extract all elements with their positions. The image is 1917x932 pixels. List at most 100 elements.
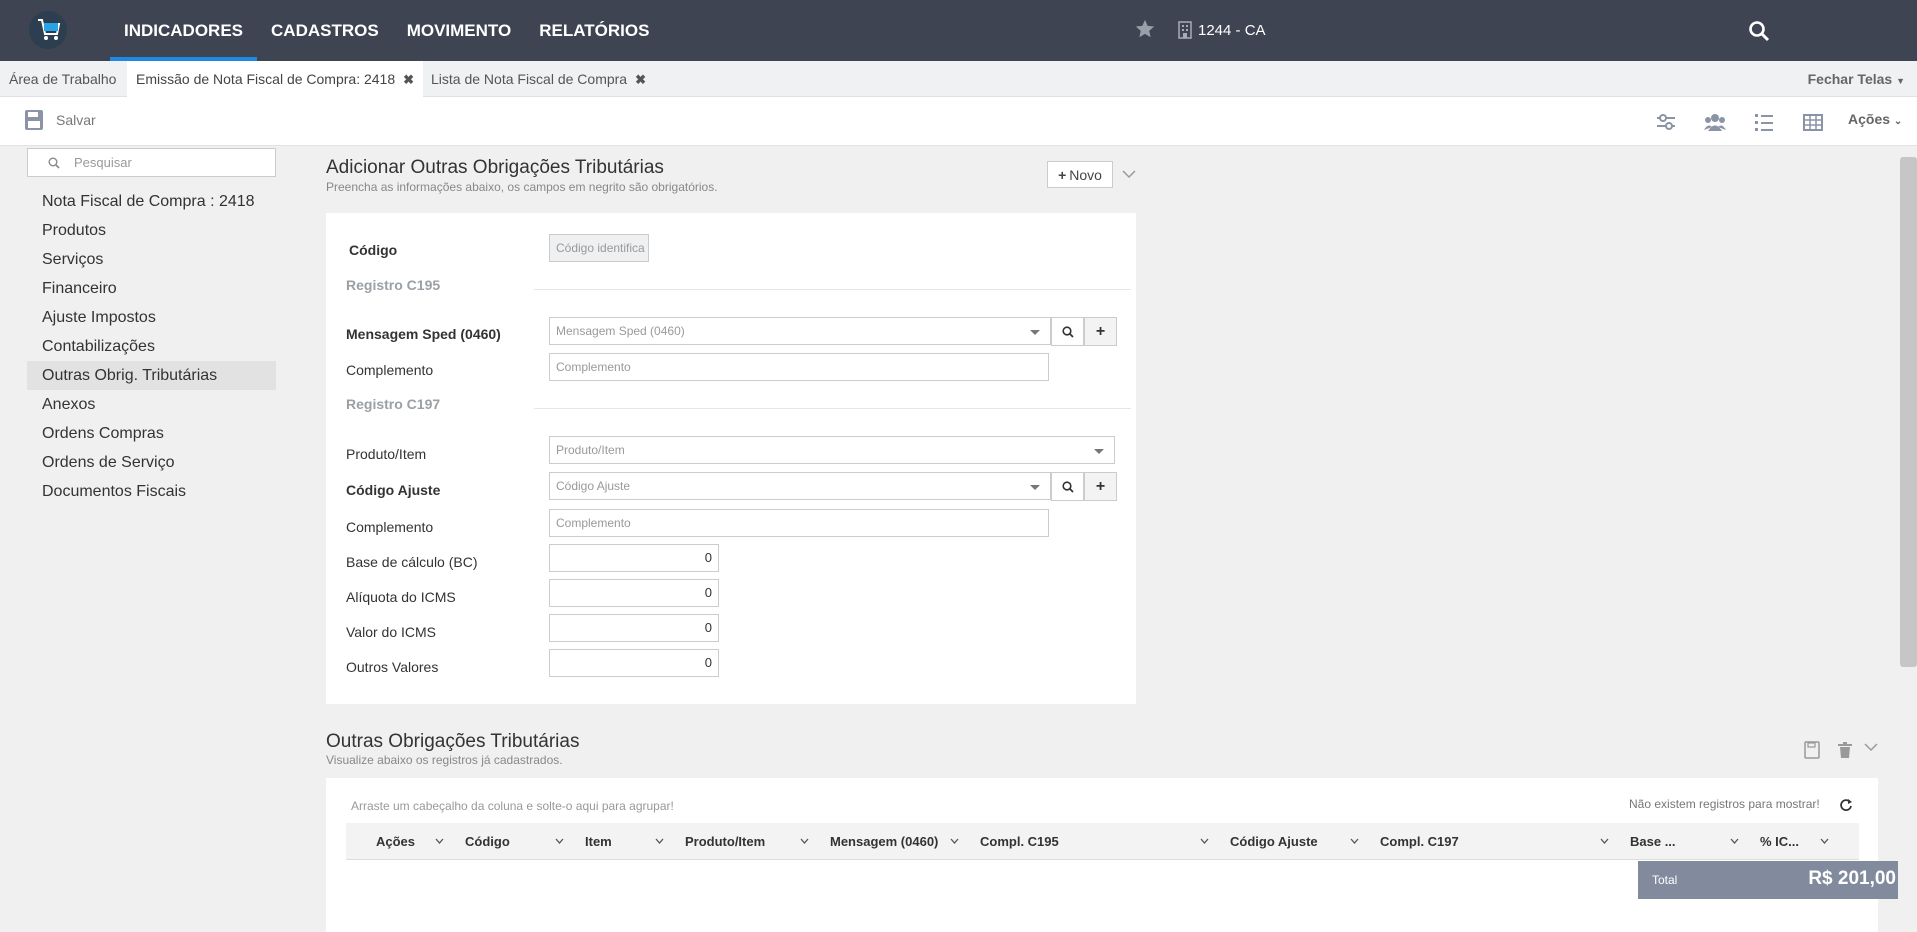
produto-item-select[interactable]: Produto/Item (549, 436, 1115, 464)
chevron-down-icon[interactable] (1600, 838, 1609, 844)
sidebar-item-produtos[interactable]: Produtos (27, 216, 276, 245)
top-navbar: INDICADORES CADASTROS MOVIMENTO RELATÓRI… (0, 0, 1917, 61)
sidebar-item-ajuste-impostos[interactable]: Ajuste Impostos (27, 303, 276, 332)
sidebar-item-contabilizacoes[interactable]: Contabilizações (27, 332, 276, 361)
outros-valores-input[interactable]: 0 (549, 649, 719, 677)
sidebar-item-ordens-servico[interactable]: Ordens de Serviço (27, 448, 276, 477)
aliquota-icms-input[interactable]: 0 (549, 579, 719, 607)
tab-area-de-trabalho[interactable]: Área de Trabalho (0, 61, 125, 97)
registro-c197-heading: Registro C197 (346, 396, 441, 412)
column-base[interactable]: Base ... (1630, 823, 1676, 860)
nav-indicadores[interactable]: INDICADORES (110, 0, 258, 61)
chevron-down-icon[interactable] (1350, 838, 1359, 844)
save-label: Salvar (56, 112, 96, 128)
chevron-down-icon[interactable] (1730, 838, 1739, 844)
codigo-placeholder: Código identifica (556, 241, 645, 255)
sliders-icon[interactable] (1655, 111, 1677, 133)
floppy-icon[interactable] (1804, 741, 1820, 759)
users-icon[interactable] (1704, 111, 1726, 133)
actions-dropdown[interactable]: Ações ⌄ (1848, 111, 1902, 127)
add-button[interactable]: + (1084, 472, 1117, 501)
search-button[interactable] (1051, 317, 1084, 346)
codigo-field[interactable]: Código identifica (549, 234, 649, 262)
tab-emissao-nota[interactable]: Emissão de Nota Fiscal de Compra: 2418 ✖ (127, 61, 424, 97)
sidebar-item-anexos[interactable]: Anexos (27, 390, 276, 419)
add-button[interactable]: + (1084, 317, 1117, 346)
codigo-ajuste-placeholder: Código Ajuste (556, 479, 631, 493)
actions-label: Ações (1848, 111, 1891, 127)
complemento-c197-input[interactable]: Complemento (549, 509, 1049, 537)
outros-valores-label: Outros Valores (346, 659, 439, 675)
close-icon[interactable]: ✖ (635, 72, 646, 87)
sidebar-item-financeiro[interactable]: Financeiro (27, 274, 276, 303)
main-nav: INDICADORES CADASTROS MOVIMENTO RELATÓRI… (110, 0, 663, 61)
close-screens-label: Fechar Telas (1807, 71, 1893, 87)
nav-relatorios[interactable]: RELATÓRIOS (525, 0, 663, 61)
sidebar-search-input[interactable]: Pesquisar (27, 148, 276, 177)
column-codigo[interactable]: Código (465, 823, 510, 860)
base-calculo-input[interactable]: 0 (549, 544, 719, 572)
valor-icms-input[interactable]: 0 (549, 614, 719, 642)
new-button-label: Novo (1069, 166, 1102, 183)
list-icon[interactable] (1753, 111, 1775, 133)
column-codigo-ajuste[interactable]: Código Ajuste (1230, 823, 1318, 860)
floppy-icon (25, 110, 43, 130)
search-icon (48, 157, 60, 169)
star-icon[interactable] (1134, 18, 1156, 40)
codigo-ajuste-label: Código Ajuste (346, 482, 441, 498)
sidebar-item-nota-fiscal[interactable]: Nota Fiscal de Compra : 2418 (27, 187, 276, 216)
search-icon (1061, 480, 1074, 493)
close-icon[interactable]: ✖ (403, 72, 414, 87)
column-produto-item[interactable]: Produto/Item (685, 823, 765, 860)
search-icon (1061, 325, 1074, 338)
mensagem-sped-label: Mensagem Sped (0460) (346, 326, 501, 342)
column-perc-icms[interactable]: % IC... (1760, 823, 1799, 860)
codigo-ajuste-select[interactable]: Código Ajuste (549, 472, 1051, 500)
chevron-down-icon[interactable] (655, 838, 664, 844)
caret-down-icon (1030, 330, 1040, 335)
table-icon[interactable] (1802, 111, 1824, 133)
refresh-icon[interactable] (1839, 798, 1853, 812)
valor-icms-label: Valor do ICMS (346, 624, 436, 640)
tabs-bar: Área de Trabalho Emissão de Nota Fiscal … (0, 61, 1917, 97)
chevron-down-icon[interactable] (1820, 838, 1829, 844)
column-item[interactable]: Item (585, 823, 612, 860)
cart-logo-icon[interactable] (26, 10, 70, 50)
nav-cadastros[interactable]: CADASTROS (257, 0, 393, 61)
column-compl-c197[interactable]: Compl. C197 (1380, 823, 1459, 860)
mensagem-sped-select[interactable]: Mensagem Sped (0460) (549, 317, 1051, 345)
column-mensagem[interactable]: Mensagem (0460) (830, 823, 938, 860)
trash-icon[interactable] (1837, 741, 1853, 759)
column-compl-c195[interactable]: Compl. C195 (980, 823, 1059, 860)
plus-icon: + (1095, 322, 1106, 340)
close-screens-dropdown[interactable]: Fechar Telas ▼ (1808, 61, 1905, 99)
column-acoes[interactable]: Ações (376, 823, 415, 860)
chevron-down-icon[interactable] (800, 838, 809, 844)
tab-lista-nota[interactable]: Lista de Nota Fiscal de Compra ✖ (422, 61, 655, 97)
search-icon[interactable] (1748, 20, 1770, 42)
chevron-down-icon[interactable] (1200, 838, 1209, 844)
sidebar-item-ordens-compras[interactable]: Ordens Compras (27, 419, 276, 448)
scrollbar-thumb[interactable] (1900, 157, 1917, 667)
chevron-down-icon[interactable] (1122, 166, 1136, 180)
sidebar-item-servicos[interactable]: Serviços (27, 245, 276, 274)
tab-label: Área de Trabalho (9, 71, 117, 87)
chevron-down-icon[interactable] (1864, 739, 1878, 753)
divider (534, 289, 1131, 290)
total-badge: Total R$ 201,00 (1638, 861, 1910, 899)
form-subtitle: Preencha as informações abaixo, os campo… (326, 180, 718, 194)
sidebar-item-documentos-fiscais[interactable]: Documentos Fiscais (27, 477, 276, 506)
complemento-placeholder: Complemento (556, 516, 631, 530)
new-button[interactable]: + Novo (1047, 161, 1113, 188)
sidebar-menu: Nota Fiscal de Compra : 2418 Produtos Se… (27, 187, 276, 506)
search-button[interactable] (1051, 472, 1084, 501)
nav-movimento[interactable]: MOVIMENTO (393, 0, 526, 61)
chevron-down-icon[interactable] (435, 838, 444, 844)
complemento-c195-input[interactable]: Complemento (549, 353, 1049, 381)
save-button[interactable]: Salvar (24, 109, 96, 131)
sidebar-item-outras-obrig[interactable]: Outras Obrig. Tributárias (27, 361, 276, 390)
chevron-down-icon[interactable] (555, 838, 564, 844)
chevron-down-icon[interactable] (950, 838, 959, 844)
sidebar-search-placeholder: Pesquisar (74, 155, 132, 170)
company-selector[interactable]: 1244 - CA (1178, 21, 1266, 39)
